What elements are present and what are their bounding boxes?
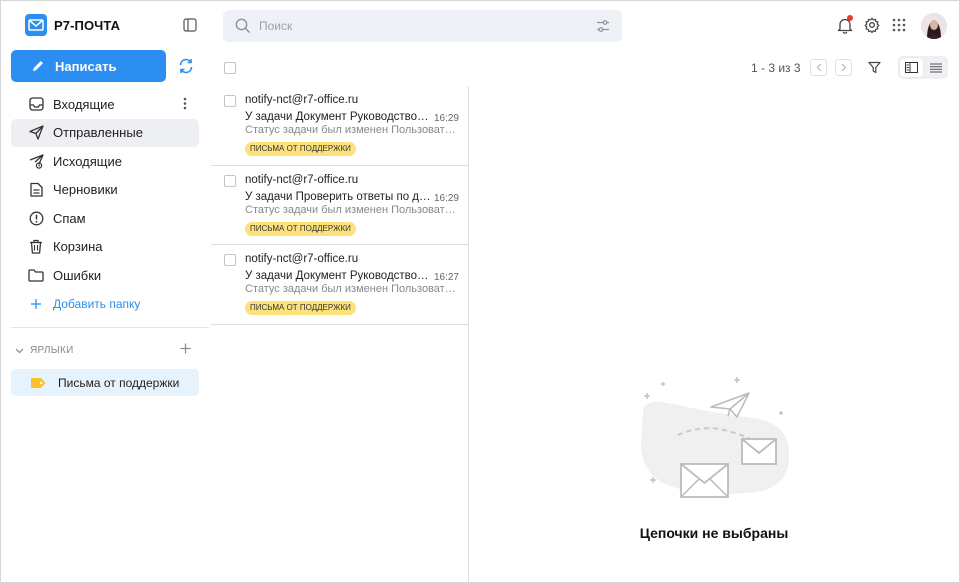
message-checkbox[interactable]	[224, 254, 236, 266]
chevron-down-icon	[15, 348, 24, 354]
message-subject: У задачи Документ Руководство Ад...	[245, 270, 431, 282]
compose-button[interactable]: Написать	[11, 50, 166, 82]
label-item-label: Письма от поддержки	[58, 375, 180, 390]
message-preview: Статус задачи был изменен Пользовател...	[245, 124, 459, 136]
folder-errors[interactable]: Ошибки	[11, 261, 199, 289]
app-name: Р7-ПОЧТА	[54, 17, 121, 33]
brand[interactable]: Р7-ПОЧТА	[25, 14, 120, 36]
message-item[interactable]: notify-nct@r7-office.ru У задачи Провери…	[211, 166, 468, 245]
pencil-icon	[31, 59, 45, 73]
folder-label: Корзина	[53, 239, 103, 254]
inbox-icon	[28, 96, 44, 112]
notification-dot	[847, 15, 853, 21]
send-icon	[28, 125, 44, 141]
folder-label: Спам	[53, 210, 86, 226]
spam-icon	[28, 210, 44, 226]
message-sender: notify-nct@r7-office.ru	[245, 173, 359, 186]
message-time: 16:29	[433, 192, 459, 204]
empty-mail-illustration	[633, 373, 793, 501]
message-subject: У задачи Документ Руководство Ад...	[245, 111, 431, 123]
outbox-icon	[28, 153, 44, 169]
message-item[interactable]: notify-nct@r7-office.ru У задачи Докумен…	[211, 245, 468, 325]
add-folder-button[interactable]: Добавить папку	[11, 290, 199, 318]
message-checkbox[interactable]	[224, 174, 236, 187]
trash-icon	[28, 239, 44, 255]
chevron-right-icon	[841, 63, 847, 72]
message-time: 16:29	[433, 113, 459, 124]
refresh-icon[interactable]	[177, 57, 195, 75]
label-tag-icon	[30, 377, 46, 388]
message-checkbox[interactable]	[224, 95, 236, 107]
more-vertical-icon[interactable]	[183, 97, 187, 110]
sidebar-divider	[11, 327, 209, 328]
message-label-badge[interactable]: ПИСЬМА ОТ ПОДДЕРЖКИ	[245, 142, 356, 156]
message-list: notify-nct@r7-office.ru У задачи Докумен…	[211, 86, 468, 325]
compose-label: Написать	[55, 58, 117, 74]
folder-label: Отправленные	[53, 125, 143, 140]
sidebar: Р7-ПОЧТА Написать Входящие Отправленные	[1, 1, 209, 583]
mail-logo-icon	[25, 14, 47, 36]
folder-outbox[interactable]: Исходящие	[11, 147, 199, 175]
label-item-support[interactable]: Письма от поддержки	[11, 369, 199, 396]
sidebar-collapse-icon[interactable]	[183, 18, 197, 32]
labels-title: ЯРЛЫКИ	[30, 345, 74, 356]
list-view-icon[interactable]	[924, 58, 947, 77]
chevron-left-icon	[816, 63, 822, 72]
view-mode-toggle	[898, 56, 948, 79]
next-page-button[interactable]	[835, 59, 852, 76]
folder-spam[interactable]: Спам	[11, 204, 199, 232]
message-label-badge[interactable]: ПИСЬМА ОТ ПОДДЕРЖКИ	[245, 221, 356, 236]
folder-label: Входящие	[53, 96, 115, 112]
empty-state-text: Цепочки не выбраны	[639, 525, 789, 541]
select-all-checkbox[interactable]	[224, 62, 236, 74]
search-icon	[235, 18, 251, 34]
add-label-icon[interactable]	[180, 343, 191, 354]
folder-label: Черновики	[53, 182, 118, 197]
labels-section-header[interactable]: ЯРЛЫКИ	[15, 343, 191, 356]
search-box[interactable]	[223, 10, 622, 42]
add-folder-label: Добавить папку	[53, 296, 141, 311]
message-sender: notify-nct@r7-office.ru	[245, 94, 359, 106]
search-input[interactable]	[259, 19, 579, 33]
notifications-bell-icon[interactable]	[837, 15, 853, 34]
split-view-icon[interactable]	[900, 58, 923, 77]
folder-drafts[interactable]: Черновики	[11, 176, 199, 204]
settings-gear-icon[interactable]	[864, 17, 880, 33]
message-preview: Статус задачи был изменен Пользовател...	[245, 203, 459, 216]
message-item[interactable]: notify-nct@r7-office.ru У задачи Докумен…	[211, 86, 468, 166]
plus-icon	[28, 296, 44, 312]
pager-text: 1 - 3 из 3	[751, 61, 801, 75]
search-settings-icon[interactable]	[596, 19, 610, 33]
message-time: 16:27	[433, 272, 459, 283]
folder-trash[interactable]: Корзина	[11, 233, 199, 261]
folder-label: Исходящие	[53, 153, 122, 169]
pane-divider[interactable]	[468, 86, 469, 583]
message-subject: У задачи Проверить ответы по доку...	[245, 190, 431, 203]
folder-list: Входящие Отправленные Исходящие Черновик…	[11, 90, 199, 318]
filter-funnel-icon[interactable]	[868, 61, 881, 74]
folder-inbox[interactable]: Входящие	[11, 90, 199, 118]
user-avatar[interactable]	[921, 13, 947, 39]
message-preview: Статус задачи был изменен Пользовател...	[245, 283, 459, 295]
draft-icon	[28, 182, 44, 198]
apps-grid-icon[interactable]	[892, 18, 906, 32]
folder-label: Ошибки	[53, 267, 102, 283]
prev-page-button[interactable]	[810, 59, 827, 76]
folder-sent[interactable]: Отправленные	[11, 118, 199, 147]
message-label-badge[interactable]: ПИСЬМА ОТ ПОДДЕРЖКИ	[245, 301, 356, 315]
folder-icon	[28, 267, 44, 283]
message-sender: notify-nct@r7-office.ru	[245, 253, 359, 265]
